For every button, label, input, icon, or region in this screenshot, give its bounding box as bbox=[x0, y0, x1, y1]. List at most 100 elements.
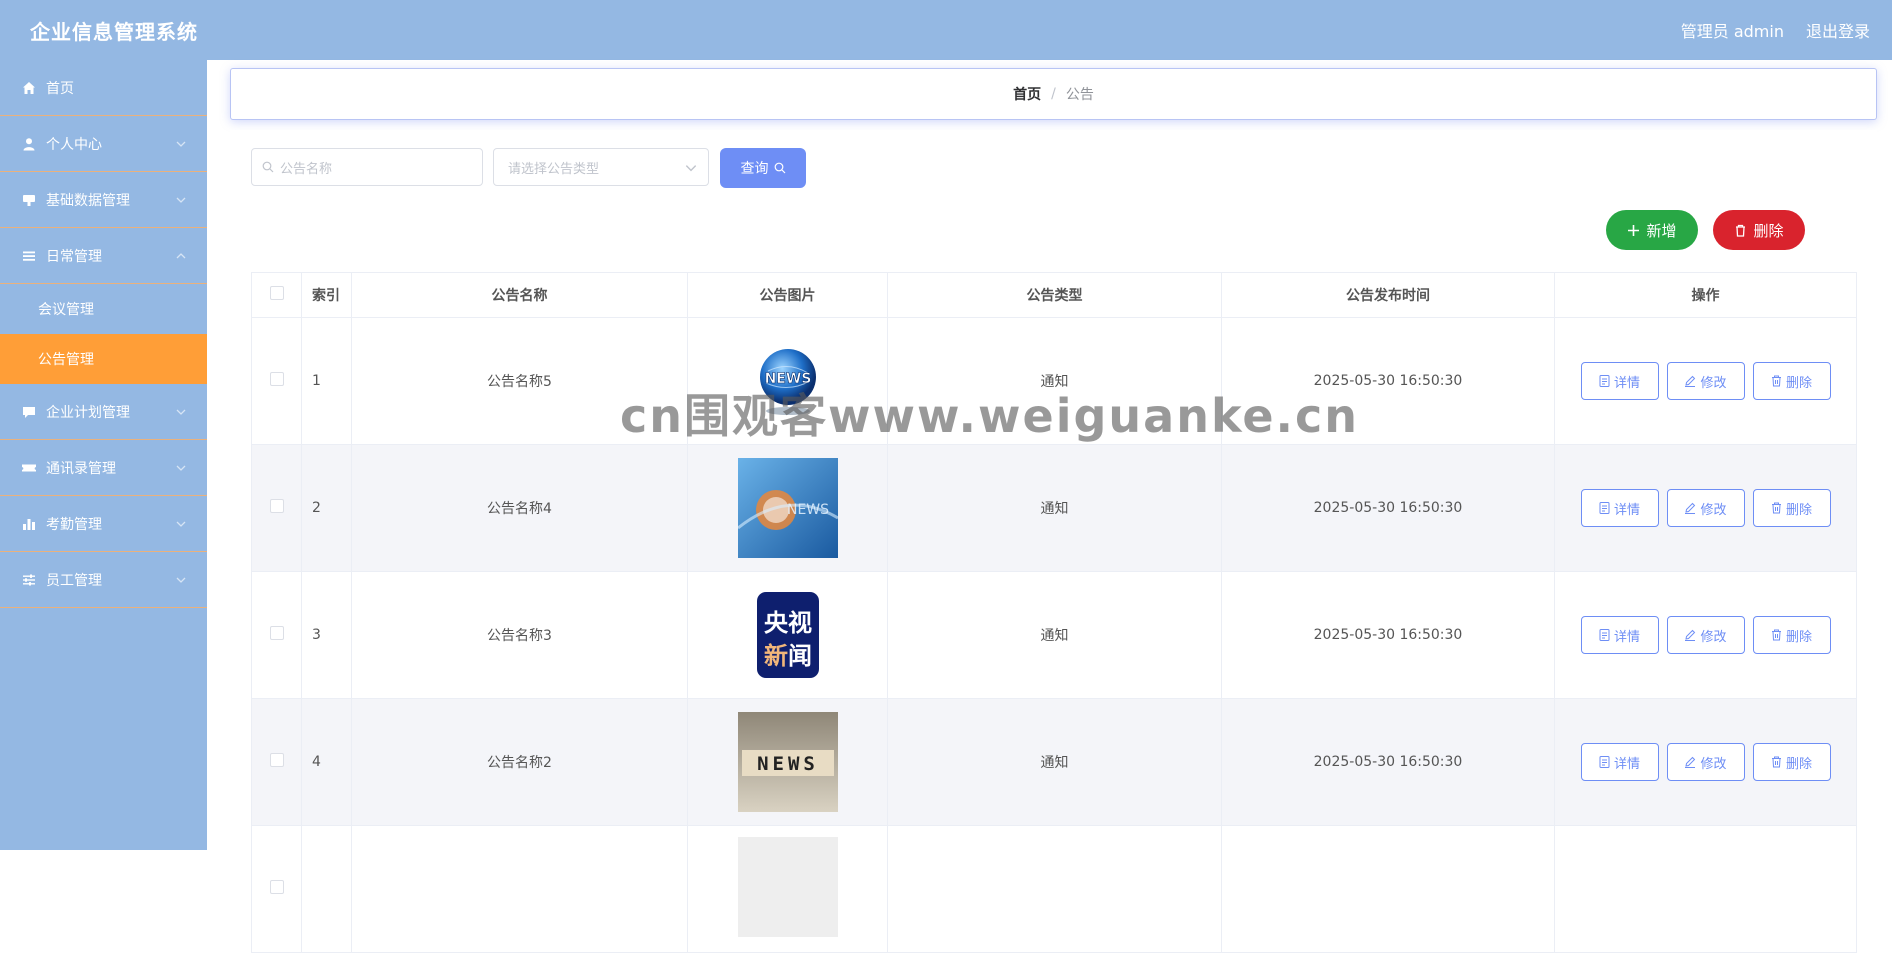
sidebar-item-plan[interactable]: 企业计划管理 bbox=[0, 384, 207, 440]
row-ops: 详情 修改 删除 bbox=[1554, 571, 1857, 699]
globe-news-image: NEWS bbox=[759, 349, 816, 415]
sidebar-item-profile[interactable]: 个人中心 bbox=[0, 116, 207, 172]
edit-button[interactable]: 修改 bbox=[1666, 362, 1745, 400]
chevron-up-icon bbox=[176, 252, 186, 258]
pencil-icon bbox=[1685, 629, 1696, 641]
row-ops: 详情 修改 删除 bbox=[1554, 698, 1857, 826]
delete-button[interactable]: 删除 bbox=[1752, 489, 1831, 527]
row-name: 公告名称3 bbox=[351, 571, 688, 699]
select-all-cell[interactable] bbox=[251, 272, 302, 318]
logout-link[interactable]: 退出登录 bbox=[1806, 18, 1870, 42]
delete-button[interactable]: 删除 bbox=[1752, 743, 1831, 781]
col-type: 公告类型 bbox=[887, 272, 1222, 318]
batch-delete-button[interactable]: 删除 bbox=[1713, 210, 1805, 250]
sidebar-item-home[interactable]: 首页 bbox=[0, 60, 207, 116]
main-panel: 公告名称 请选择公告类型 查询 新增 删除 索引 公告名称 公告图片 公告类型 … bbox=[230, 130, 1877, 953]
row-time: 2025-05-30 16:50:30 bbox=[1221, 444, 1555, 572]
add-button[interactable]: 新增 bbox=[1606, 210, 1698, 250]
notice-table: 索引 公告名称 公告图片 公告类型 公告发布时间 操作 1 公告名称5 NEWS… bbox=[251, 272, 1857, 953]
sidebar-item-label: 首页 bbox=[46, 80, 74, 97]
row-ops: 详情 修改 删除 bbox=[1554, 444, 1857, 572]
row-image-cell bbox=[687, 825, 888, 953]
breadcrumb-home[interactable]: 首页 bbox=[1013, 84, 1041, 104]
chevron-down-icon bbox=[176, 141, 186, 147]
add-label: 新增 bbox=[1646, 221, 1677, 240]
admin-label: 管理员 admin bbox=[1680, 22, 1784, 41]
chevron-down-icon bbox=[685, 165, 697, 172]
plus-icon bbox=[1628, 224, 1640, 236]
sidebar-item-staff[interactable]: 员工管理 bbox=[0, 552, 207, 608]
sidebar-item-daily[interactable]: 日常管理 bbox=[0, 228, 207, 284]
table-row: 2 公告名称4 NEWS 通知 2025-05-30 16:50:30 详情 修… bbox=[251, 444, 1857, 572]
query-button[interactable]: 查询 bbox=[720, 148, 806, 188]
globe-news-text: NEWS bbox=[764, 371, 811, 387]
row-checkbox[interactable] bbox=[269, 499, 284, 513]
chat-icon bbox=[22, 405, 36, 419]
row-checkbox[interactable] bbox=[269, 372, 284, 386]
row-index: 2 bbox=[301, 444, 352, 572]
app-title: 企业信息管理系统 bbox=[30, 19, 198, 44]
detail-button[interactable]: 详情 bbox=[1580, 743, 1659, 781]
col-ops: 操作 bbox=[1554, 272, 1857, 318]
pencil-icon bbox=[1685, 756, 1696, 768]
sidebar-subitem-notice[interactable]: 公告管理 bbox=[0, 334, 207, 384]
edit-button[interactable]: 修改 bbox=[1666, 489, 1745, 527]
edit-label: 修改 bbox=[1700, 629, 1727, 645]
sidebar-item-base-data[interactable]: 基础数据管理 bbox=[0, 172, 207, 228]
detail-button[interactable]: 详情 bbox=[1580, 362, 1659, 400]
breadcrumb-separator: / bbox=[1051, 86, 1056, 102]
search-icon bbox=[262, 161, 274, 173]
sidebar-item-contacts[interactable]: 通讯录管理 bbox=[0, 440, 207, 496]
ticket-icon bbox=[22, 461, 36, 475]
home-icon bbox=[22, 81, 36, 95]
delete-button[interactable]: 删除 bbox=[1752, 362, 1831, 400]
row-time: 2025-05-30 16:50:30 bbox=[1221, 317, 1555, 445]
trash-icon bbox=[1771, 756, 1781, 768]
sidebar-item-attendance[interactable]: 考勤管理 bbox=[0, 496, 207, 552]
notice-name-search-input[interactable]: 公告名称 bbox=[251, 148, 483, 186]
document-icon bbox=[1599, 375, 1610, 387]
notice-type-select[interactable]: 请选择公告类型 bbox=[493, 148, 709, 186]
delete-button[interactable]: 删除 bbox=[1752, 616, 1831, 654]
row-index: 1 bbox=[301, 317, 352, 445]
row-name: 公告名称2 bbox=[351, 698, 688, 826]
row-time: 2025-05-30 16:50:30 bbox=[1221, 571, 1555, 699]
row-index: 4 bbox=[301, 698, 352, 826]
document-icon bbox=[1599, 502, 1610, 514]
row-ops: 详情 修改 删除 bbox=[1554, 317, 1857, 445]
breadcrumb-current: 公告 bbox=[1065, 87, 1094, 103]
edit-label: 修改 bbox=[1700, 502, 1727, 518]
breadcrumb: 首页 / 公告 bbox=[230, 68, 1877, 120]
chevron-down-icon bbox=[176, 409, 186, 415]
col-image: 公告图片 bbox=[687, 272, 888, 318]
delete-label: 删除 bbox=[1753, 221, 1784, 240]
delete-label: 删除 bbox=[1785, 375, 1812, 391]
detail-button[interactable]: 详情 bbox=[1580, 489, 1659, 527]
top-header: 企业信息管理系统 管理员 admin 退出登录 bbox=[0, 0, 1892, 60]
row-checkbox[interactable] bbox=[269, 626, 284, 640]
row-checkbox[interactable] bbox=[269, 880, 284, 894]
sidebar-item-label: 通讯录管理 bbox=[46, 460, 116, 477]
col-index: 索引 bbox=[301, 272, 352, 318]
detail-button[interactable]: 详情 bbox=[1580, 616, 1659, 654]
row-image-cell: NEWS bbox=[687, 317, 888, 445]
daily-submenu: 会议管理 公告管理 bbox=[0, 284, 207, 384]
table-row: 3 公告名称3 央视 新 闻 通知 2025-05-30 16:50:30 详情… bbox=[251, 571, 1857, 699]
row-type: 通知 bbox=[887, 444, 1222, 572]
select-all-checkbox[interactable] bbox=[269, 286, 284, 300]
edit-button[interactable]: 修改 bbox=[1666, 743, 1745, 781]
row-type: 通知 bbox=[887, 317, 1222, 445]
document-icon bbox=[1599, 756, 1610, 768]
edit-button[interactable]: 修改 bbox=[1666, 616, 1745, 654]
sidebar-item-label: 日常管理 bbox=[46, 248, 102, 265]
detail-label: 详情 bbox=[1613, 375, 1640, 391]
row-checkbox[interactable] bbox=[269, 753, 284, 767]
sidebar-subitem-meeting[interactable]: 会议管理 bbox=[0, 284, 207, 334]
pencil-icon bbox=[1685, 502, 1696, 514]
row-time: 2025-05-30 16:50:30 bbox=[1221, 698, 1555, 826]
sidebar-item-label: 基础数据管理 bbox=[46, 192, 130, 209]
pencil-icon bbox=[1685, 375, 1696, 387]
col-name: 公告名称 bbox=[351, 272, 688, 318]
row-name: 公告名称4 bbox=[351, 444, 688, 572]
table-row: 1 公告名称5 NEWS 通知 2025-05-30 16:50:30 详情 修… bbox=[251, 317, 1857, 445]
